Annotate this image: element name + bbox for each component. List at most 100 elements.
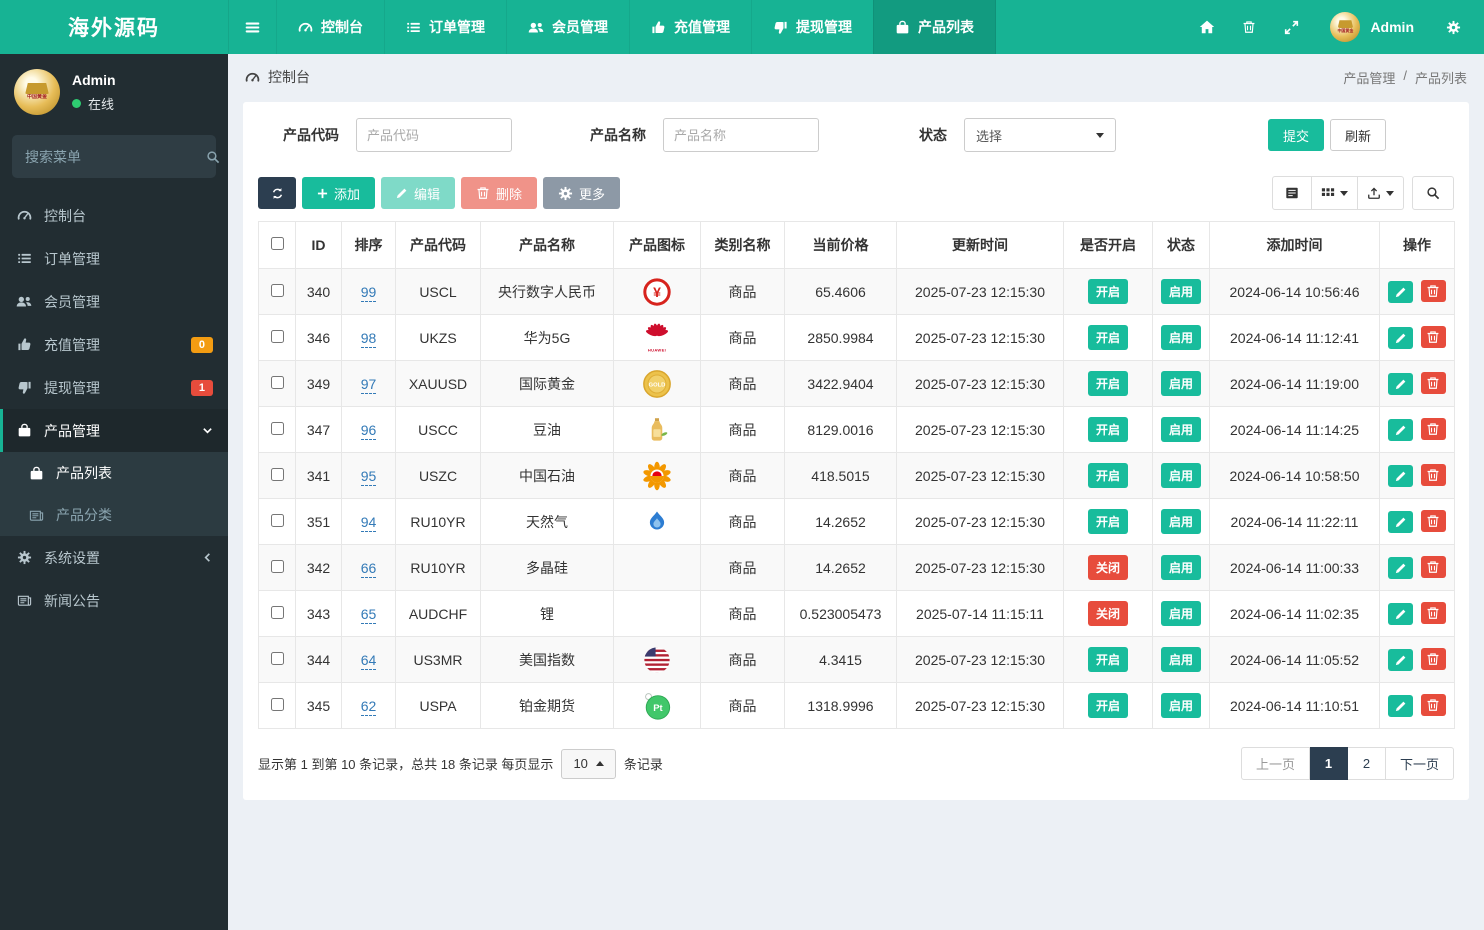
status-badge[interactable]: 启用 xyxy=(1160,325,1201,350)
nav-item-withdraw[interactable]: 提现管理 xyxy=(751,0,873,54)
nav-item-dashboard[interactable]: 控制台 xyxy=(276,0,384,54)
brand-logo[interactable]: 海外源码 xyxy=(0,0,228,54)
row-checkbox[interactable] xyxy=(270,375,284,389)
open-toggle-badge[interactable]: 开启 xyxy=(1087,693,1128,718)
open-toggle-badge[interactable]: 开启 xyxy=(1087,371,1128,396)
edit-button[interactable] xyxy=(1388,511,1414,533)
delete-button[interactable] xyxy=(1420,280,1446,302)
refresh-button[interactable]: 刷新 xyxy=(1329,119,1386,151)
delete-button[interactable] xyxy=(1420,418,1446,440)
sort-link[interactable]: 95 xyxy=(360,467,377,486)
sidebar-item-products[interactable]: 产品管理 xyxy=(0,409,228,452)
edit-button[interactable] xyxy=(1388,603,1414,625)
edit-toolbar-button[interactable]: 编辑 xyxy=(381,177,456,209)
row-checkbox[interactable] xyxy=(270,283,284,297)
sort-link[interactable]: 98 xyxy=(360,329,377,348)
reload-button[interactable] xyxy=(258,177,296,209)
row-checkbox[interactable] xyxy=(270,697,284,711)
trash-button[interactable] xyxy=(1228,0,1270,54)
delete-button[interactable] xyxy=(1420,372,1446,394)
status-badge[interactable]: 启用 xyxy=(1160,509,1201,534)
row-checkbox[interactable] xyxy=(270,329,284,343)
status-select[interactable]: 选择 xyxy=(964,118,1116,152)
open-toggle-badge[interactable]: 开启 xyxy=(1087,509,1128,534)
delete-button[interactable] xyxy=(1420,464,1446,486)
row-checkbox[interactable] xyxy=(270,651,284,665)
open-toggle-badge[interactable]: 开启 xyxy=(1087,417,1128,442)
nav-item-recharge[interactable]: 充值管理 xyxy=(629,0,751,54)
delete-button[interactable] xyxy=(1420,602,1446,624)
sidebar-toggle-button[interactable] xyxy=(228,0,276,54)
prev-page-button[interactable]: 上一页 xyxy=(1240,747,1310,780)
edit-button[interactable] xyxy=(1388,695,1414,717)
nav-item-orders[interactable]: 订单管理 xyxy=(384,0,506,54)
status-badge[interactable]: 启用 xyxy=(1160,463,1201,488)
sort-link[interactable]: 66 xyxy=(360,559,377,578)
sidebar-item-withdraw[interactable]: 提现管理 1 xyxy=(0,366,228,409)
delete-button[interactable] xyxy=(1420,510,1446,532)
row-checkbox[interactable] xyxy=(270,467,284,481)
page-size-dropdown[interactable]: 10 xyxy=(561,748,616,779)
sort-link[interactable]: 94 xyxy=(360,513,377,532)
status-badge[interactable]: 启用 xyxy=(1160,693,1201,718)
detail-view-button[interactable] xyxy=(1272,176,1312,210)
open-toggle-badge[interactable]: 开启 xyxy=(1087,279,1128,304)
status-badge[interactable]: 启用 xyxy=(1160,417,1201,442)
product-name-input[interactable] xyxy=(663,118,819,152)
edit-button[interactable] xyxy=(1388,557,1414,579)
edit-button[interactable] xyxy=(1388,649,1414,671)
sort-link[interactable]: 64 xyxy=(360,651,377,670)
open-toggle-badge[interactable]: 开启 xyxy=(1087,463,1128,488)
breadcrumb-parent[interactable]: 产品管理 xyxy=(1343,68,1395,87)
columns-button[interactable] xyxy=(1312,176,1358,210)
status-badge[interactable]: 启用 xyxy=(1160,647,1201,672)
status-badge[interactable]: 启用 xyxy=(1160,601,1201,626)
add-button[interactable]: 添加 xyxy=(302,177,376,209)
edit-button[interactable] xyxy=(1388,281,1414,303)
expand-button[interactable] xyxy=(1270,0,1312,54)
edit-button[interactable] xyxy=(1388,465,1414,487)
sort-link[interactable]: 65 xyxy=(360,605,377,624)
edit-button[interactable] xyxy=(1388,419,1414,441)
page-button-1[interactable]: 1 xyxy=(1309,747,1348,780)
sort-link[interactable]: 97 xyxy=(360,375,377,394)
sidebar-item-product-list[interactable]: 产品列表 xyxy=(0,452,228,494)
delete-button[interactable] xyxy=(1420,556,1446,578)
more-button[interactable]: 更多 xyxy=(543,177,621,209)
open-toggle-badge[interactable]: 开启 xyxy=(1087,647,1128,672)
open-toggle-badge[interactable]: 开启 xyxy=(1087,325,1128,350)
sidebar-item-news[interactable]: 新闻公告 xyxy=(0,579,228,622)
search-icon[interactable] xyxy=(206,150,220,164)
status-badge[interactable]: 启用 xyxy=(1160,555,1201,580)
status-badge[interactable]: 启用 xyxy=(1160,279,1201,304)
delete-button[interactable] xyxy=(1420,694,1446,716)
nav-item-members[interactable]: 会员管理 xyxy=(506,0,629,54)
settings-gears-button[interactable] xyxy=(1432,0,1474,54)
home-button[interactable] xyxy=(1186,0,1228,54)
status-badge[interactable]: 启用 xyxy=(1160,371,1201,396)
breadcrumb-left-label[interactable]: 控制台 xyxy=(268,67,310,87)
navbar-user-menu[interactable]: 中国黄金 Admin xyxy=(1312,12,1432,42)
row-checkbox[interactable] xyxy=(270,421,284,435)
sort-link[interactable]: 99 xyxy=(360,283,377,302)
sidebar-search-input[interactable] xyxy=(25,148,206,165)
sidebar-item-system-settings[interactable]: 系统设置 xyxy=(0,536,228,579)
select-all-checkbox[interactable] xyxy=(270,237,284,250)
delete-button[interactable] xyxy=(1420,648,1446,670)
edit-button[interactable] xyxy=(1388,327,1414,349)
sidebar-item-dashboard[interactable]: 控制台 xyxy=(0,194,228,237)
delete-button[interactable] xyxy=(1420,326,1446,348)
row-checkbox[interactable] xyxy=(270,605,284,619)
export-button[interactable] xyxy=(1358,176,1404,210)
row-checkbox[interactable] xyxy=(270,513,284,527)
nav-item-product-list[interactable]: 产品列表 xyxy=(873,0,996,54)
sidebar-item-orders[interactable]: 订单管理 xyxy=(0,237,228,280)
sidebar-item-members[interactable]: 会员管理 xyxy=(0,280,228,323)
submit-button[interactable]: 提交 xyxy=(1267,119,1324,151)
next-page-button[interactable]: 下一页 xyxy=(1385,747,1454,780)
sort-link[interactable]: 62 xyxy=(360,697,377,716)
sidebar-item-recharge[interactable]: 充值管理 0 xyxy=(0,323,228,366)
open-toggle-badge[interactable]: 关闭 xyxy=(1087,601,1128,626)
open-toggle-badge[interactable]: 关闭 xyxy=(1087,555,1128,580)
sort-link[interactable]: 96 xyxy=(360,421,377,440)
